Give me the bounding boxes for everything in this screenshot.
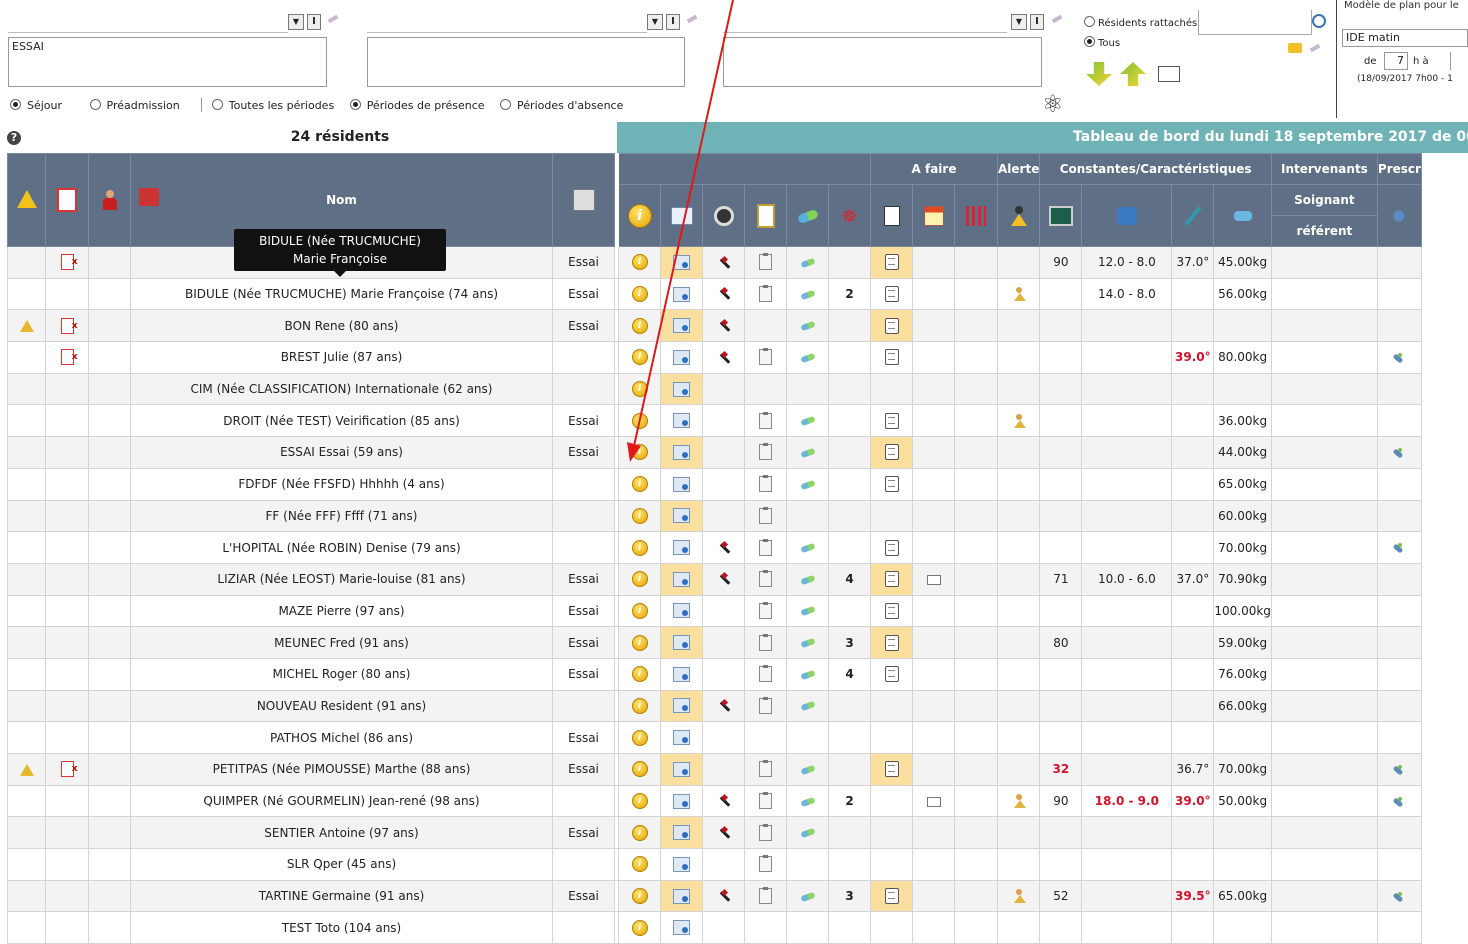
annotation-arrow-head — [627, 442, 641, 462]
annotation-arrow-line — [633, 0, 734, 447]
annotation-arrow — [627, 0, 734, 462]
